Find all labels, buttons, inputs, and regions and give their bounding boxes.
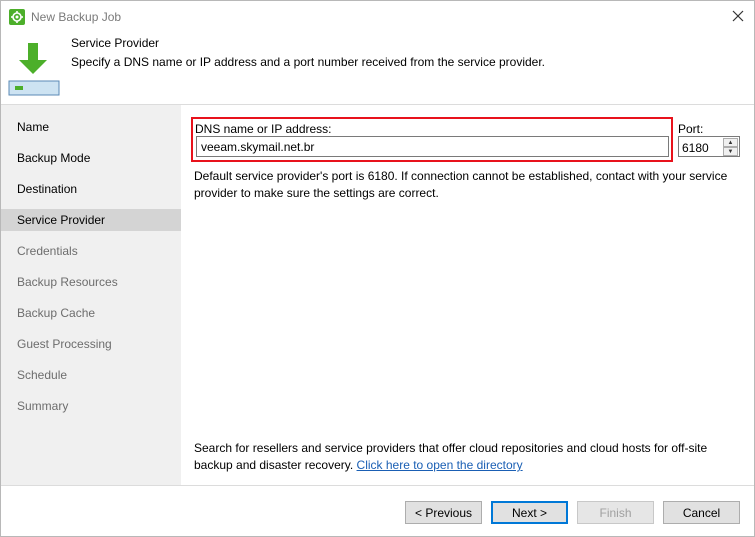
wizard-footer: < Previous Next > Finish Cancel (1, 486, 754, 536)
port-increment-button[interactable]: ▲ (723, 138, 738, 147)
sidebar-item-backup-cache: Backup Cache (17, 306, 96, 320)
finish-button: Finish (577, 501, 654, 524)
sidebar-item-name[interactable]: Name (1, 116, 181, 138)
sidebar-item-schedule: Schedule (17, 368, 68, 382)
directory-info: Search for resellers and service provide… (194, 440, 734, 474)
step-subtitle: Specify a DNS name or IP address and a p… (71, 55, 546, 69)
previous-button[interactable]: < Previous (405, 501, 482, 524)
download-to-drive-icon (7, 41, 61, 97)
open-directory-link[interactable]: Click here to open the directory (357, 458, 523, 472)
title-bar: New Backup Job (1, 1, 754, 31)
cancel-button[interactable]: Cancel (663, 501, 740, 524)
step-title: Service Provider (71, 36, 160, 50)
sidebar-item-destination[interactable]: Destination (1, 178, 181, 200)
port-input[interactable] (679, 137, 727, 158)
port-description: Default service provider's port is 6180.… (194, 169, 728, 200)
sidebar-item-backup-mode[interactable]: Backup Mode (1, 147, 181, 169)
sidebar-item-summary: Summary (17, 399, 69, 413)
dns-input[interactable] (196, 136, 669, 157)
veeam-gear-icon (9, 9, 25, 25)
sidebar-item-backup-resources: Backup Resources (17, 275, 118, 289)
wizard-steps-sidebar: Name Backup Mode Destination Service Pro… (1, 105, 181, 485)
close-icon[interactable] (730, 8, 746, 24)
port-stepper[interactable]: ▲ ▼ (678, 136, 740, 158)
new-backup-job-window: New Backup Job Service Provider Specify … (0, 0, 755, 537)
sidebar-item-service-provider[interactable]: Service Provider (1, 209, 181, 231)
port-decrement-button[interactable]: ▼ (723, 147, 738, 156)
sidebar-item-guest-processing: Guest Processing (17, 337, 112, 351)
dns-label: DNS name or IP address: (195, 122, 332, 136)
port-label: Port: (678, 122, 704, 136)
window-title: New Backup Job (31, 10, 122, 24)
wizard-header: Service Provider Specify a DNS name or I… (1, 31, 754, 103)
service-provider-panel: DNS name or IP address: Port: ▲ ▼ Defaul… (181, 105, 754, 485)
next-button[interactable]: Next > (491, 501, 568, 524)
sidebar-item-credentials: Credentials (17, 244, 78, 258)
